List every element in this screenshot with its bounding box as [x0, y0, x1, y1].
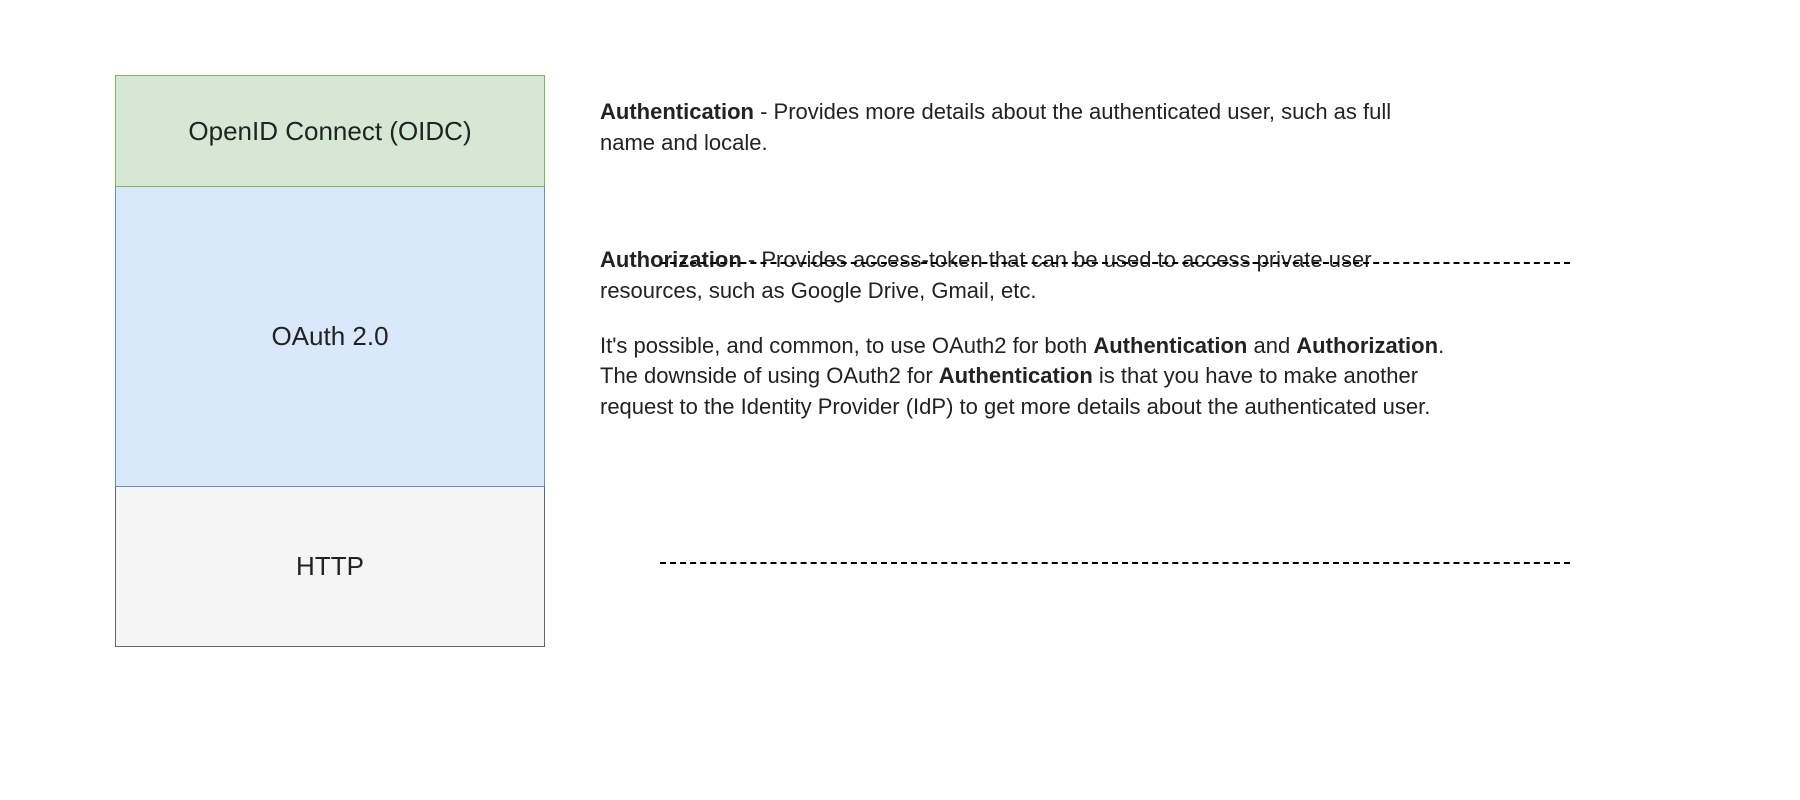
oauth-p2-b1: Authentication — [1093, 333, 1247, 358]
oidc-description: Authentication - Provides more details a… — [545, 75, 1455, 187]
oauth-p2-c: and — [1247, 333, 1296, 358]
oauth-description: Authorization - Provides access-token th… — [545, 187, 1455, 487]
protocol-stack-diagram: OpenID Connect (OIDC) Authentication - P… — [115, 75, 1455, 647]
oauth-p1-bold: Authorization — [600, 247, 742, 272]
oauth-p2-b2: Authorization — [1296, 333, 1438, 358]
http-title: HTTP — [296, 551, 364, 582]
oidc-row: OpenID Connect (OIDC) Authentication - P… — [115, 75, 1455, 187]
oauth-title: OAuth 2.0 — [271, 321, 388, 352]
divider-2 — [660, 562, 1570, 564]
oauth-layer-box: OAuth 2.0 — [115, 187, 545, 487]
oauth-p2-b3: Authentication — [939, 363, 1093, 388]
oidc-desc-bold: Authentication — [600, 99, 754, 124]
divider-1 — [660, 262, 1570, 264]
oidc-title: OpenID Connect (OIDC) — [188, 116, 471, 147]
oauth-p2-a: It's possible, and common, to use OAuth2… — [600, 333, 1093, 358]
oidc-layer-box: OpenID Connect (OIDC) — [115, 75, 545, 187]
http-row: HTTP — [115, 487, 1455, 647]
http-description-empty — [545, 487, 1455, 647]
http-layer-box: HTTP — [115, 487, 545, 647]
oauth-row: OAuth 2.0 Authorization - Provides acces… — [115, 187, 1455, 487]
